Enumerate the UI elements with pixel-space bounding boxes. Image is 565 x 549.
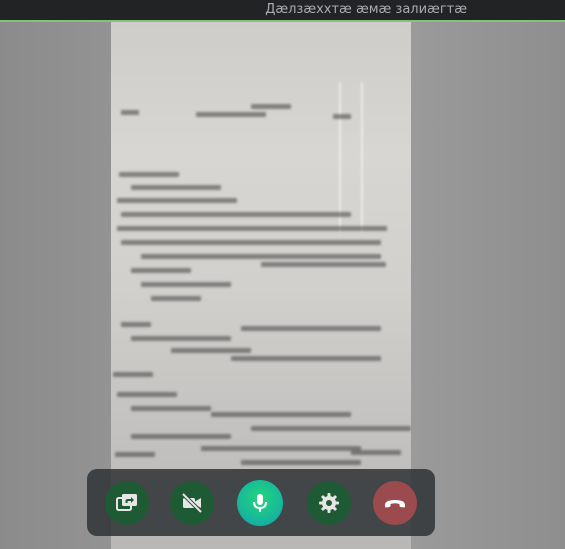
window-title: Дæлзæхxтæ æмæ залиæгтæ [265, 2, 467, 17]
blurred-text [141, 282, 231, 287]
blurred-text [121, 322, 151, 327]
blurred-text [251, 104, 291, 109]
blurred-text [351, 450, 401, 455]
gear-icon [317, 491, 341, 515]
blurred-text [241, 460, 361, 465]
blurred-text [121, 110, 139, 115]
blurred-text [131, 268, 191, 273]
microphone-button[interactable] [237, 480, 283, 526]
video-call-window: Дæлзæхxтæ æмæ залиæгтæ [0, 0, 565, 549]
blurred-text [115, 452, 155, 457]
video-off-icon [180, 491, 204, 515]
microphone-icon [248, 491, 272, 515]
blurred-text [141, 254, 381, 259]
blurred-text [131, 336, 231, 341]
video-artifact [339, 82, 341, 232]
phone-hangup-icon [382, 491, 408, 515]
blurred-text [131, 406, 211, 411]
hang-up-button[interactable] [373, 481, 417, 525]
blurred-text [241, 326, 381, 331]
blurred-text [231, 356, 381, 361]
blurred-text [261, 262, 386, 267]
blurred-text [151, 296, 201, 301]
blurred-text [117, 226, 387, 231]
video-toggle-button[interactable] [170, 481, 214, 525]
blurred-text [131, 185, 221, 190]
video-artifact [361, 82, 363, 232]
title-bar: Дæлзæхxтæ æмæ залиæгтæ [0, 0, 565, 22]
call-controls-bar [87, 469, 435, 536]
blurred-text [211, 412, 351, 417]
blurred-text [131, 434, 231, 439]
screen-share-button[interactable] [105, 481, 149, 525]
blurred-text [117, 198, 237, 203]
blurred-text [117, 392, 177, 397]
blurred-text [201, 446, 361, 451]
blurred-text [171, 348, 251, 353]
blurred-text [121, 212, 351, 217]
screen-share-icon [115, 491, 139, 515]
settings-button[interactable] [307, 481, 351, 525]
blurred-text [196, 112, 266, 117]
blurred-text [333, 114, 351, 119]
blurred-text [251, 426, 411, 431]
blurred-text [119, 172, 179, 177]
blurred-text [113, 372, 153, 377]
blurred-text [121, 240, 381, 245]
